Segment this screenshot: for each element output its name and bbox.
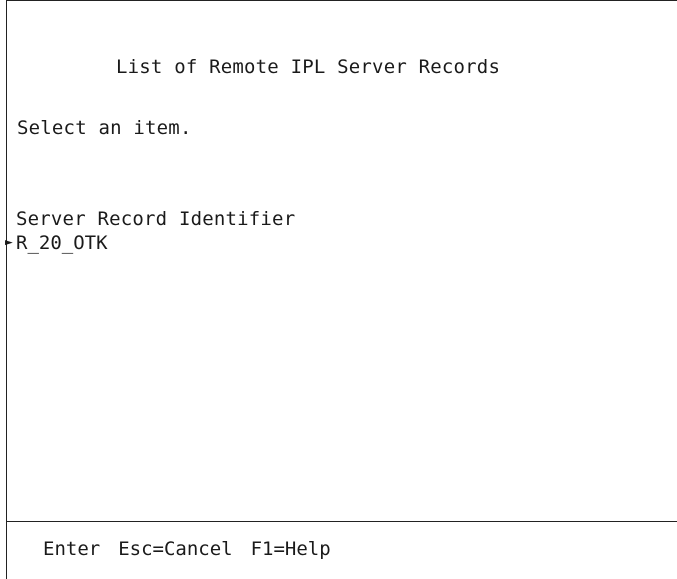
column-header: Server Record Identifier	[16, 208, 296, 230]
list-item-server-record[interactable]: ► R_20_OTK	[5, 232, 665, 254]
instruction-text: Select an item.	[17, 117, 192, 139]
top-border	[7, 0, 677, 1]
enter-key[interactable]: Enter	[43, 538, 100, 560]
server-record-list: ► R_20_OTK	[5, 232, 665, 254]
terminal-screen: List of Remote IPL Server Records Select…	[5, 0, 677, 579]
help-key[interactable]: F1=Help	[251, 538, 331, 560]
selection-pointer-icon: ►	[5, 235, 13, 250]
function-key-bar: Enter Esc=Cancel F1=Help	[43, 538, 331, 560]
cancel-key[interactable]: Esc=Cancel	[118, 538, 232, 560]
list-item-label: R_20_OTK	[16, 232, 108, 254]
page-title: List of Remote IPL Server Records	[116, 56, 501, 78]
function-key-divider	[7, 521, 677, 522]
